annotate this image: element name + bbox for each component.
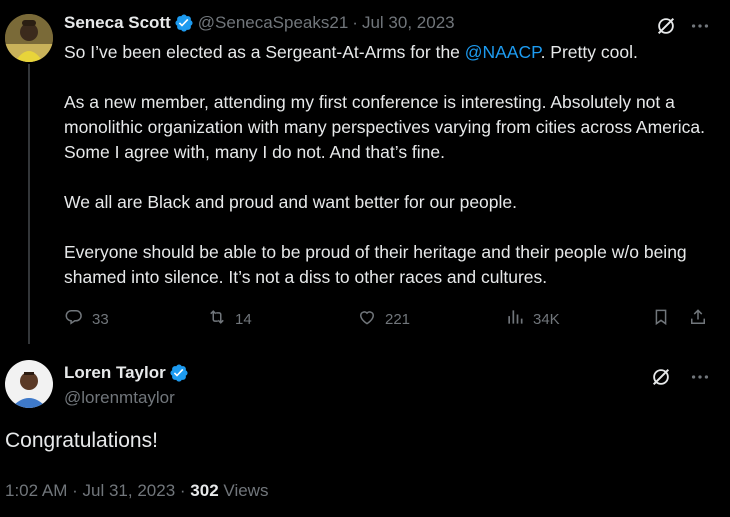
author-handle[interactable]: @lorenmtaylor [64,388,175,408]
thread-line [28,64,30,344]
tweet-text: So I’ve been elected as a Sergeant-At-Ar… [64,40,714,315]
like-icon [357,307,385,331]
author-row: Loren Taylor [64,363,193,383]
retweet-count: 14 [235,310,252,328]
grok-icon[interactable] [654,14,678,38]
bookmark-icon [651,307,679,331]
tweet-header: Seneca Scott @SenecaSpeaks21 · Jul 30, 2… [64,13,455,33]
more-icon[interactable] [688,365,712,389]
share-button[interactable] [688,307,716,331]
views-count: 302 [190,481,219,500]
separator: · [72,481,78,500]
separator: · [352,13,358,32]
more-icon[interactable] [688,14,712,38]
tweet-paragraph-2: As a new member, attending my first conf… [64,92,705,162]
tweet-meta: 1:02 AM · Jul 31, 2023 · 302 Views [5,481,268,501]
bookmark-button[interactable] [651,307,679,331]
tweet-time[interactable]: 1:02 AM [5,481,67,500]
reply-button[interactable]: 33 [64,307,109,331]
retweet-icon [207,307,235,331]
retweet-button[interactable]: 14 [207,307,252,331]
tweet-date[interactable]: Jul 31, 2023 [83,481,176,500]
reply-count: 33 [92,310,109,328]
share-icon [688,307,716,331]
tweet-text: Congratulations! [5,429,158,452]
author-name[interactable]: Seneca Scott [64,13,171,33]
verified-icon [174,13,194,33]
views-icon [505,307,533,331]
separator: · [179,481,186,500]
author-handle[interactable]: @SenecaSpeaks21 [198,13,349,33]
like-count: 221 [385,310,411,328]
grok-icon[interactable] [649,365,673,389]
views-label: Views [223,481,269,500]
tweet-paragraph-1: So I’ve been elected as a Sergeant-At-Ar… [64,42,638,62]
like-button[interactable]: 221 [357,307,410,331]
views-button[interactable]: 34K [505,307,560,331]
tweet-date[interactable]: Jul 30, 2023 [362,13,455,33]
avatar-loren[interactable] [5,360,53,408]
verified-icon [169,363,189,383]
mention-link[interactable]: @NAACP [465,42,541,62]
reply-icon [64,307,92,331]
author-name[interactable]: Loren Taylor [64,363,166,383]
views-count: 34K [533,310,560,328]
avatar-seneca[interactable] [5,14,53,62]
tweet-paragraph-4: Everyone should be able to be proud of t… [64,242,687,287]
tweet-paragraph-3: We all are Black and proud and want bett… [64,192,518,212]
tweet-actions: 33 14 221 34K [64,307,719,333]
